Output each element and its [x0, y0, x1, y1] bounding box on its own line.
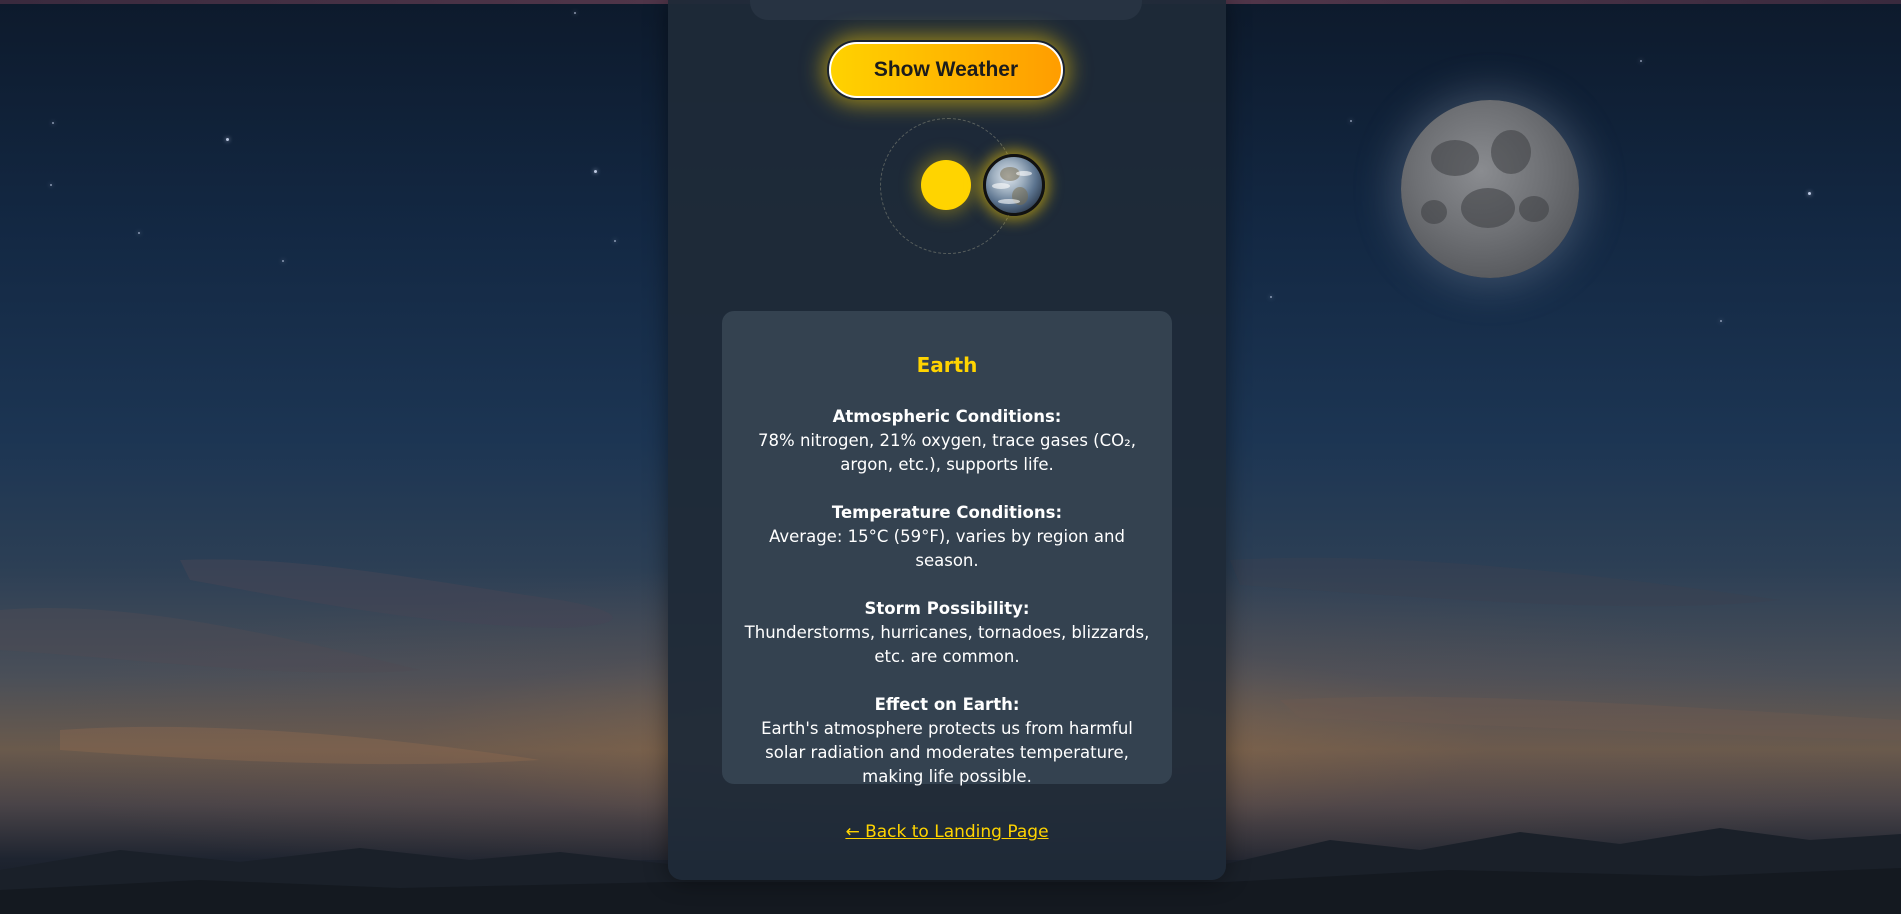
panel-header-edge — [750, 0, 1142, 20]
back-to-landing-link[interactable]: ← Back to Landing Page — [668, 820, 1226, 844]
star — [282, 260, 284, 262]
star — [574, 12, 576, 14]
effect-section: Effect on Earth: Earth's atmosphere prot… — [740, 693, 1154, 789]
section-label: Atmospheric Conditions: — [832, 407, 1062, 426]
star — [1808, 192, 1811, 195]
show-weather-button[interactable]: Show Weather — [829, 42, 1063, 98]
star — [1640, 60, 1642, 62]
section-label: Temperature Conditions: — [831, 503, 1063, 522]
section-text: Earth's atmosphere protects us from harm… — [761, 719, 1133, 786]
section-text: Thunderstorms, hurricanes, tornadoes, bl… — [744, 623, 1150, 666]
section-label: Storm Possibility: — [864, 599, 1030, 618]
star — [50, 184, 52, 186]
moon-icon — [1401, 100, 1579, 278]
earth-icon[interactable] — [983, 154, 1045, 216]
planet-title: Earth — [916, 353, 978, 377]
star — [52, 122, 54, 124]
sun-icon — [921, 160, 971, 210]
star — [1720, 320, 1722, 322]
star — [226, 138, 229, 141]
star — [1270, 296, 1272, 298]
temperature-section: Temperature Conditions: Average: 15°C (5… — [740, 501, 1154, 573]
storm-section: Storm Possibility: Thunderstorms, hurric… — [740, 597, 1154, 669]
atmosphere-section: Atmospheric Conditions: 78% nitrogen, 21… — [740, 405, 1154, 477]
section-text: Average: 15°C (59°F), varies by region a… — [769, 527, 1125, 570]
star — [1350, 120, 1352, 122]
star — [138, 232, 140, 234]
section-label: Effect on Earth: — [874, 695, 1020, 714]
planet-info-card: Earth Atmospheric Conditions: 78% nitrog… — [722, 311, 1172, 786]
star — [594, 170, 597, 173]
star — [614, 240, 616, 242]
section-text: 78% nitrogen, 21% oxygen, trace gases (C… — [758, 431, 1136, 474]
